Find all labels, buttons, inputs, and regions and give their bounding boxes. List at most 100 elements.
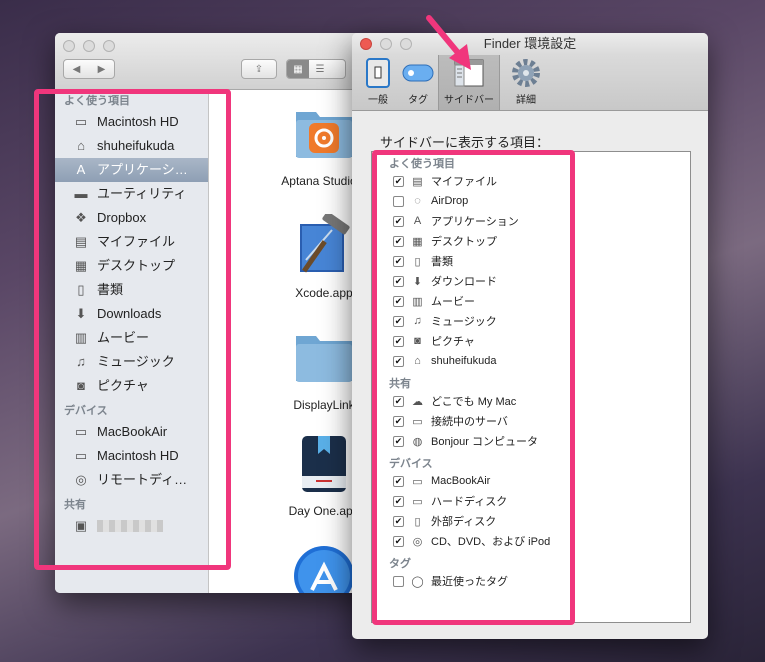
zoom-button[interactable] [103, 40, 115, 52]
checkbox[interactable]: ✔ [393, 515, 404, 527]
sidebar-option-row: ✔ ⌂ shuheifukuda [372, 351, 690, 371]
aptana-folder-icon [292, 102, 356, 166]
folder-icon: ▬ [74, 186, 88, 201]
checkbox[interactable] [393, 195, 404, 207]
sidebar-item[interactable]: ⬇ Downloads [55, 302, 208, 326]
favorites-header: よく使う項目 [64, 95, 130, 107]
checkbox[interactable] [393, 575, 404, 587]
sidebar-item-label: Macintosh HD [97, 114, 179, 129]
minimize-button[interactable] [83, 40, 95, 52]
checkbox[interactable]: ✔ [393, 295, 404, 307]
sidebar-option-row: ✔ ♫ ミュージック [372, 311, 690, 331]
zoom-button[interactable] [400, 38, 412, 50]
general-icon [362, 57, 394, 89]
sidebar-item[interactable]: ▤ マイファイル [55, 230, 208, 254]
prefs-titlebar: Finder 環境設定 [352, 33, 708, 55]
close-button[interactable] [63, 40, 75, 52]
sidebar-option-row: ✔ ▭ ハードディスク [372, 491, 690, 511]
sidebar-item-label: ユーティリティ [97, 186, 187, 201]
desktop-icon: ▦ [412, 235, 423, 248]
sidebar-item-label: Downloads [97, 306, 162, 321]
close-button[interactable] [360, 38, 372, 50]
option-label: ダウンロード [431, 276, 497, 288]
checkbox[interactable]: ✔ [393, 415, 404, 427]
bonjour-icon: ◍ [412, 435, 423, 448]
checkbox[interactable]: ✔ [393, 475, 404, 487]
sidebar-item-label: Macintosh HD [97, 448, 179, 463]
sidebar-item-label: アプリケーシ… [97, 162, 188, 177]
dropbox-icon: ❖ [75, 210, 87, 225]
sidebar-item-label: リモートディ… [97, 472, 188, 487]
documents-icon: ▯ [414, 255, 421, 268]
back-forward-buttons[interactable]: ◀ ▶ [63, 59, 115, 79]
sidebar-item[interactable]: ▭ Macintosh HD [55, 110, 208, 134]
checkbox[interactable]: ✔ [393, 235, 404, 247]
folder-icon [292, 326, 356, 390]
sidebar-option-row: ✔ A アプリケーション [372, 211, 690, 231]
camera-icon: ◙ [77, 378, 85, 393]
checkbox[interactable]: ✔ [393, 335, 404, 347]
back-arrow-icon[interactable]: ◀ [73, 64, 81, 75]
icon-view-icon[interactable]: ▦ [287, 60, 309, 78]
camera-icon: ◙ [414, 335, 421, 347]
option-label: ミュージック [431, 316, 497, 328]
sidebar-item[interactable]: ▬ ユーティリティ [55, 182, 208, 206]
sidebar-option-row: ✔ ▤ マイファイル [372, 171, 690, 191]
option-label: どこでも My Mac [431, 396, 517, 408]
documents-icon: ▯ [77, 282, 85, 297]
desktop-icon: ▦ [74, 258, 88, 273]
sidebar-items-list: よく使う項目 ✔ ▤ マイファイル ◌ AirDrop ✔ A アプリケーション ✔ ▦ デスクトッ… [371, 151, 691, 623]
checkbox[interactable]: ✔ [393, 255, 404, 267]
hard-disk-icon: ▭ [74, 114, 88, 129]
sidebar-item[interactable]: ▭ MacBookAir [55, 420, 208, 444]
sidebar-item[interactable]: ▦ デスクトップ [55, 254, 208, 278]
checkbox[interactable]: ✔ [393, 315, 404, 327]
sidebar-item[interactable]: ▭ Macintosh HD [55, 444, 208, 468]
checkbox[interactable]: ✔ [393, 175, 404, 187]
sidebar-item[interactable]: ⌂ shuheifukuda [55, 134, 208, 158]
option-label: ムービー [431, 296, 475, 308]
forward-arrow-icon[interactable]: ▶ [98, 64, 106, 75]
minimize-button[interactable] [380, 38, 392, 50]
download-icon: ⬇ [75, 306, 87, 321]
pointer-arrow [426, 15, 471, 70]
sidebar-item[interactable]: ❖ Dropbox [55, 206, 208, 230]
checkbox[interactable]: ✔ [393, 355, 404, 367]
sidebar-item-label: ピクチャ [97, 378, 149, 393]
server-icon: ▭ [412, 415, 423, 428]
checkbox[interactable]: ✔ [393, 215, 404, 227]
sidebar-item[interactable]: ▣ [55, 514, 208, 538]
tab-label: 詳細 [516, 95, 536, 106]
sidebar-option-row: ◯ 最近使ったタグ [372, 571, 690, 591]
sidebar-option-row: ✔ ◍ Bonjour コンピュータ [372, 431, 690, 451]
sidebar-item[interactable]: ◙ ピクチャ [55, 374, 208, 398]
checkbox[interactable]: ✔ [393, 535, 404, 547]
sidebar-item[interactable]: ▥ ムービー [55, 326, 208, 350]
checkbox[interactable]: ✔ [393, 275, 404, 287]
laptop-icon: ▭ [412, 475, 423, 488]
view-mode-buttons[interactable]: ▦ ☰ [286, 59, 346, 79]
finder-sidebar: よく使う項目 ▭ Macintosh HD ⌂ shuheifukuda A アプリケーシ… [55, 90, 209, 593]
xcode-icon [292, 211, 356, 278]
sidebar-option-row: ✔ ◙ ピクチャ [372, 331, 690, 351]
sidebar-item[interactable]: ◎ リモートディ… [55, 468, 208, 492]
disc-icon: ◎ [412, 535, 423, 548]
sidebar-item[interactable]: ▯ 書類 [55, 278, 208, 302]
tab-advanced[interactable]: 詳細 [500, 57, 552, 106]
checkbox[interactable]: ✔ [393, 395, 404, 407]
option-label: 最近使ったタグ [431, 576, 508, 588]
tab-label: サイドバー [444, 95, 494, 106]
sidebar-item-label: ミュージック [97, 354, 175, 369]
recent-tags-icon: ◯ [411, 575, 424, 588]
sidebar-item[interactable]: A アプリケーシ… [55, 158, 208, 182]
list-view-icon[interactable]: ☰ [309, 64, 331, 75]
sidebar-item-label: ムービー [97, 330, 150, 345]
all-files-icon: ▤ [412, 175, 423, 188]
sidebar-item[interactable]: ♫ ミュージック [55, 350, 208, 374]
share-button[interactable]: ⇪ [241, 59, 277, 79]
gear-icon [510, 57, 542, 89]
checkbox[interactable]: ✔ [393, 495, 404, 507]
external-disk-icon: ▯ [414, 515, 421, 528]
option-label: 接続中のサーバ [431, 416, 508, 428]
checkbox[interactable]: ✔ [393, 435, 404, 447]
